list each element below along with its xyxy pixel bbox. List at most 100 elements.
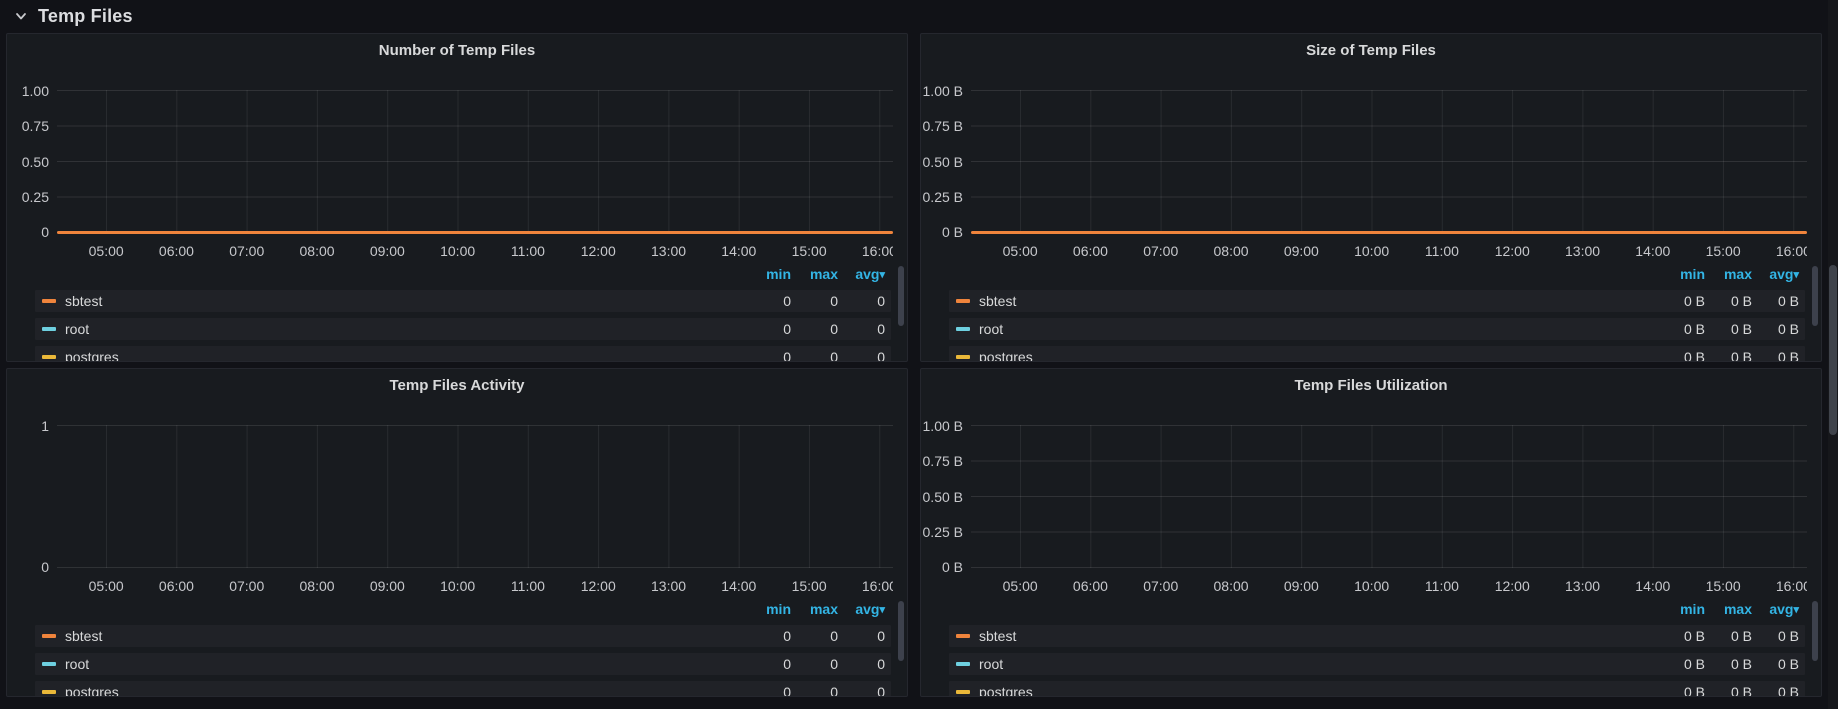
series-line [971,566,1807,569]
x-axis-label: 06:00 [1055,243,1125,259]
legend: min max avg▾ sbtest 0 0 0 [35,264,891,361]
x-axis-label: 14:00 [704,243,774,259]
legend-avg-value: 0 [838,321,885,337]
series-color-swatch[interactable] [42,327,56,331]
series-color-swatch[interactable] [956,355,970,359]
legend-column-min[interactable]: min [744,266,791,282]
legend-column-avg[interactable]: avg▾ [838,266,885,282]
legend-avg-value: 0 [838,293,885,309]
legend-header: min max avg▾ [35,264,891,284]
plot-area[interactable] [57,425,893,568]
y-axis-label: 0 B [942,559,963,575]
legend-min-value: 0 B [1658,349,1705,361]
series-color-swatch[interactable] [42,634,56,638]
series-name[interactable]: root [979,321,1658,337]
legend-scrollbar[interactable] [898,266,904,326]
series-name[interactable]: root [65,656,744,672]
x-axis: 05:00 06:00 07:00 08:00 09:00 10:00 11:0… [57,243,893,259]
plot-area[interactable] [971,425,1807,568]
series-name[interactable]: postgres [65,349,744,361]
y-axis-label: 1 [41,418,49,434]
legend-row: postgres 0 B 0 B 0 B [949,346,1805,361]
legend-column-max[interactable]: max [791,601,838,617]
series-name[interactable]: sbtest [65,628,744,644]
legend-row: root 0 0 0 [35,653,891,675]
series-line [57,565,893,568]
legend-row: root 0 B 0 B 0 B [949,653,1805,675]
legend-column-max[interactable]: max [791,266,838,282]
legend-avg-value: 0 B [1752,349,1799,361]
page-scrollbar-thumb[interactable] [1829,265,1837,435]
x-axis-label: 13:00 [633,578,703,594]
legend-max-value: 0 [791,656,838,672]
legend: min max avg▾ sbtest 0 B 0 B 0 B [949,599,1805,696]
x-axis-label: 07:00 [1126,578,1196,594]
row-header-temp-files[interactable]: Temp Files [13,2,133,30]
legend-avg-value: 0 [838,684,885,696]
x-axis-label: 05:00 [985,578,1055,594]
series-name[interactable]: sbtest [979,628,1658,644]
y-axis-label: 0.50 B [923,154,963,170]
series-name[interactable]: root [65,321,744,337]
panel: Size of Temp Files 1.00 B 0.75 B 0.50 B … [920,33,1822,362]
legend-rows: sbtest 0 B 0 B 0 B root 0 B 0 B 0 B [949,625,1805,696]
series-color-swatch[interactable] [42,690,56,694]
y-axis-label: 1.00 [22,83,49,99]
y-axis-label: 0 [41,224,49,240]
series-color-swatch[interactable] [956,662,970,666]
series-name[interactable]: postgres [979,349,1658,361]
series-name[interactable]: postgres [65,684,744,696]
y-axis-label: 0.25 [22,189,49,205]
row-title: Temp Files [38,6,133,27]
series-color-swatch[interactable] [42,299,56,303]
legend-max-value: 0 B [1705,321,1752,337]
legend-column-min[interactable]: min [1658,601,1705,617]
y-axis-label: 0.75 B [923,118,963,134]
legend-row: postgres 0 B 0 B 0 B [949,681,1805,696]
x-axis-label: 16:00 [844,578,893,594]
legend-avg-value: 0 B [1752,656,1799,672]
panel-title[interactable]: Size of Temp Files [921,34,1821,58]
series-color-swatch[interactable] [42,662,56,666]
legend-min-value: 0 [744,656,791,672]
x-axis-label: 11:00 [493,578,563,594]
series-color-swatch[interactable] [956,327,970,331]
x-axis-label: 10:00 [422,243,492,259]
series-name[interactable]: sbtest [65,293,744,309]
legend-column-max[interactable]: max [1705,601,1752,617]
legend-avg-value: 0 B [1752,321,1799,337]
panel-title[interactable]: Temp Files Utilization [921,369,1821,393]
plot-area[interactable] [57,90,893,233]
legend-rows: sbtest 0 0 0 root 0 0 0 [35,625,891,696]
series-color-swatch[interactable] [956,634,970,638]
legend-max-value: 0 B [1705,684,1752,696]
panel-title[interactable]: Number of Temp Files [7,34,907,58]
page-scrollbar[interactable] [1828,0,1838,709]
x-axis-label: 07:00 [1126,243,1196,259]
plot-area[interactable] [971,90,1807,233]
x-axis-label: 10:00 [422,578,492,594]
x-axis: 05:00 06:00 07:00 08:00 09:00 10:00 11:0… [57,578,893,594]
y-axis: 1.00 B 0.75 B 0.50 B 0.25 B 0 B [921,83,963,240]
legend-avg-value: 0 [838,628,885,644]
x-axis-label: 10:00 [1336,578,1406,594]
legend-scrollbar[interactable] [1812,601,1818,661]
legend-scrollbar[interactable] [1812,266,1818,326]
legend-column-avg[interactable]: avg▾ [1752,601,1799,617]
series-color-swatch[interactable] [42,355,56,359]
legend-column-avg[interactable]: avg▾ [838,601,885,617]
legend: min max avg▾ sbtest 0 0 0 [35,599,891,696]
legend-column-min[interactable]: min [1658,266,1705,282]
series-name[interactable]: postgres [979,684,1658,696]
series-color-swatch[interactable] [956,690,970,694]
legend-column-min[interactable]: min [744,601,791,617]
legend-min-value: 0 B [1658,321,1705,337]
legend-scrollbar[interactable] [898,601,904,661]
y-axis-label: 1.00 B [923,418,963,434]
series-name[interactable]: sbtest [979,293,1658,309]
legend-column-max[interactable]: max [1705,266,1752,282]
series-color-swatch[interactable] [956,299,970,303]
panel-title[interactable]: Temp Files Activity [7,369,907,393]
series-name[interactable]: root [979,656,1658,672]
legend-column-avg[interactable]: avg▾ [1752,266,1799,282]
